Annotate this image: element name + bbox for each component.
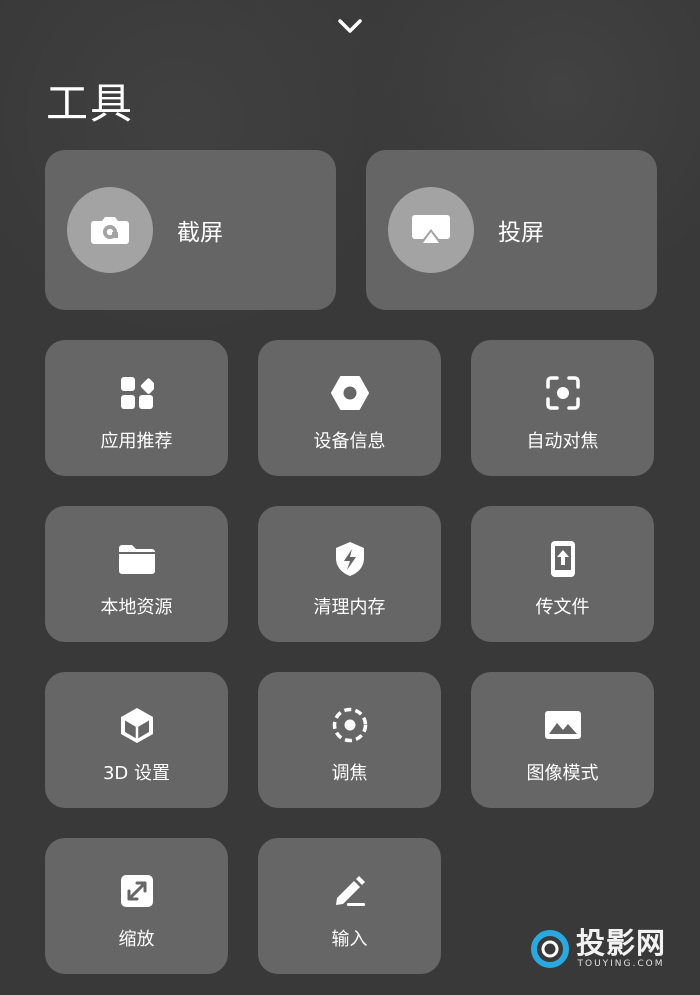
camera-icon xyxy=(91,217,129,244)
collapse-button[interactable] xyxy=(336,12,364,40)
adjust-focus-label: 调焦 xyxy=(331,763,368,784)
watermark-brand-en: TOUYING.COM xyxy=(577,959,665,969)
brand-ring-icon xyxy=(531,930,569,968)
screen-cast-icon xyxy=(412,215,450,243)
expand-arrows-icon xyxy=(120,875,153,907)
pencil-icon xyxy=(335,876,365,906)
auto-focus-button[interactable]: 自动对焦 xyxy=(471,340,654,476)
local-resources-label: 本地资源 xyxy=(100,597,173,618)
watermark-brand-cn: 投影网 xyxy=(576,926,667,960)
zoom-label: 缩放 xyxy=(118,929,155,950)
folder-icon xyxy=(118,545,155,574)
3d-settings-label: 3D 设置 xyxy=(102,763,171,784)
local-resources-button[interactable]: 本地资源 xyxy=(45,506,228,642)
screen-cast-label: 投屏 xyxy=(498,220,544,246)
screen-cast-icon-circle xyxy=(388,187,474,273)
image-icon xyxy=(544,711,581,739)
app-recommend-button[interactable]: 应用推荐 xyxy=(45,340,228,476)
input-label: 输入 xyxy=(331,929,368,950)
input-button[interactable]: 输入 xyxy=(258,838,441,974)
device-info-button[interactable]: 设备信息 xyxy=(258,340,441,476)
screenshot-label: 截屏 xyxy=(177,220,223,246)
screenshot-button[interactable]: 截屏 xyxy=(45,150,336,310)
hexagon-nut-icon xyxy=(330,376,369,410)
auto-focus-label: 自动对焦 xyxy=(526,431,599,452)
watermark-logo: 投影网 TOUYING.COM xyxy=(530,928,666,970)
focus-frame-icon xyxy=(545,376,580,410)
apps-icon xyxy=(120,377,154,409)
image-mode-label: 图像模式 xyxy=(526,763,599,784)
device-info-label: 设备信息 xyxy=(313,431,386,452)
cube-icon xyxy=(120,708,153,743)
screen-cast-button[interactable]: 投屏 xyxy=(366,150,657,310)
clean-memory-label: 清理内存 xyxy=(313,597,386,618)
image-mode-button[interactable]: 图像模式 xyxy=(471,672,654,808)
dashed-target-icon xyxy=(332,707,367,743)
clean-memory-button[interactable]: 清理内存 xyxy=(258,506,441,642)
transfer-file-label: 传文件 xyxy=(535,597,590,618)
chevron-down-icon xyxy=(338,19,362,33)
page-title: 工具 xyxy=(46,79,135,128)
adjust-focus-button[interactable]: 调焦 xyxy=(258,672,441,808)
3d-settings-button[interactable]: 3D 设置 xyxy=(45,672,228,808)
transfer-file-button[interactable]: 传文件 xyxy=(471,506,654,642)
zoom-button[interactable]: 缩放 xyxy=(45,838,228,974)
phone-upload-icon xyxy=(550,541,575,577)
screenshot-icon-circle xyxy=(67,187,153,273)
app-recommend-label: 应用推荐 xyxy=(100,431,173,452)
shield-bolt-icon xyxy=(335,542,364,576)
